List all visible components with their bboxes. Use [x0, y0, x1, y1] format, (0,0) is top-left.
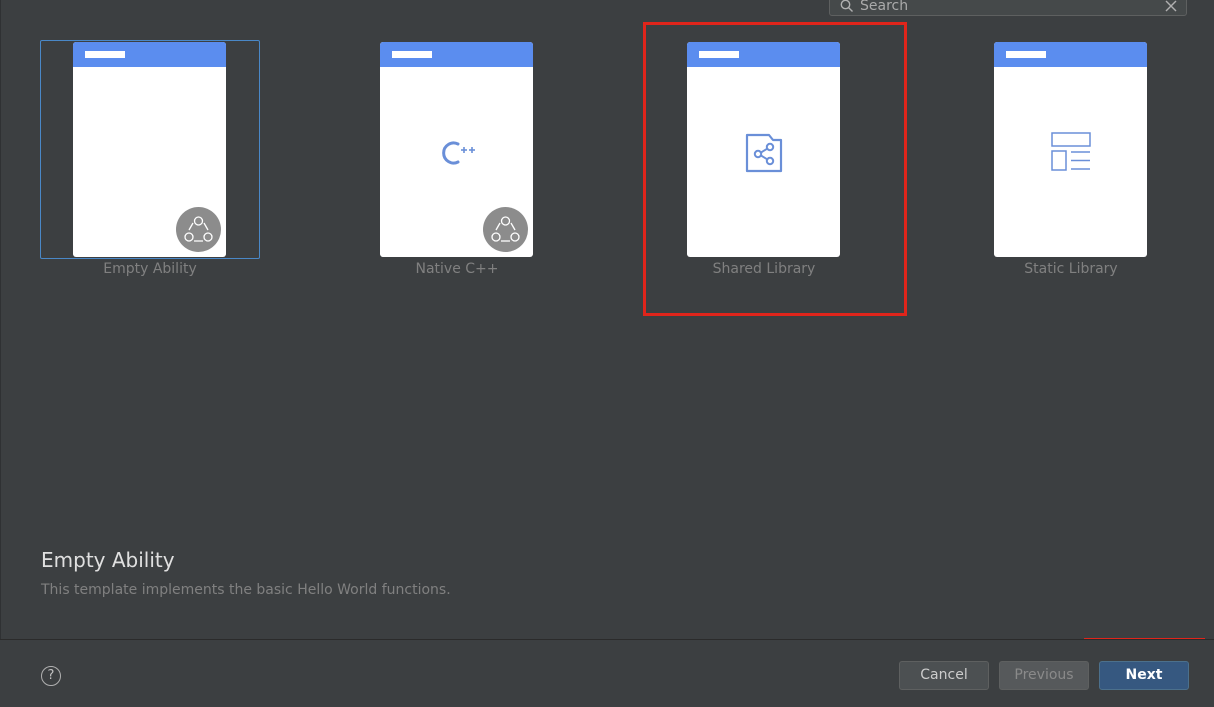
search-field[interactable] — [829, 0, 1187, 16]
template-description-title: Empty Ability — [41, 548, 175, 572]
card-header-bar — [994, 42, 1147, 67]
window-edge — [0, 0, 1, 707]
static-library-icon — [1051, 132, 1091, 171]
template-description-text: This template implements the basic Hello… — [41, 582, 451, 598]
dialog-footer: ? Cancel Previous Next — [0, 640, 1214, 707]
template-static-library[interactable]: Static Library — [961, 40, 1181, 280]
card-header-pill — [392, 51, 432, 58]
card-header-bar — [73, 42, 226, 67]
template-preview-card[interactable] — [994, 42, 1147, 257]
template-label: Static Library — [1024, 261, 1118, 277]
cpp-icon — [442, 141, 475, 165]
template-preview-card[interactable] — [380, 42, 533, 257]
cancel-button[interactable]: Cancel — [899, 661, 989, 690]
previous-button[interactable]: Previous — [999, 661, 1089, 690]
template-empty-ability[interactable]: Empty Ability — [40, 40, 260, 280]
template-label: Native C++ — [415, 261, 499, 277]
shared-library-highlight — [643, 22, 907, 316]
search-input[interactable] — [860, 0, 1140, 16]
ability-badge-icon — [483, 207, 528, 252]
template-dialog: Empty Ability — [0, 0, 1214, 707]
card-header-bar — [380, 42, 533, 67]
card-header-pill — [1006, 51, 1046, 58]
template-native-cpp[interactable]: Native C++ — [347, 40, 567, 280]
template-label: Empty Ability — [103, 261, 197, 277]
ability-badge-icon — [176, 207, 221, 252]
next-button[interactable]: Next — [1099, 661, 1189, 690]
close-icon[interactable] — [1164, 0, 1178, 13]
card-header-pill — [85, 51, 125, 58]
help-icon[interactable]: ? — [41, 666, 61, 686]
template-preview-card[interactable] — [73, 42, 226, 257]
search-icon — [840, 0, 853, 12]
